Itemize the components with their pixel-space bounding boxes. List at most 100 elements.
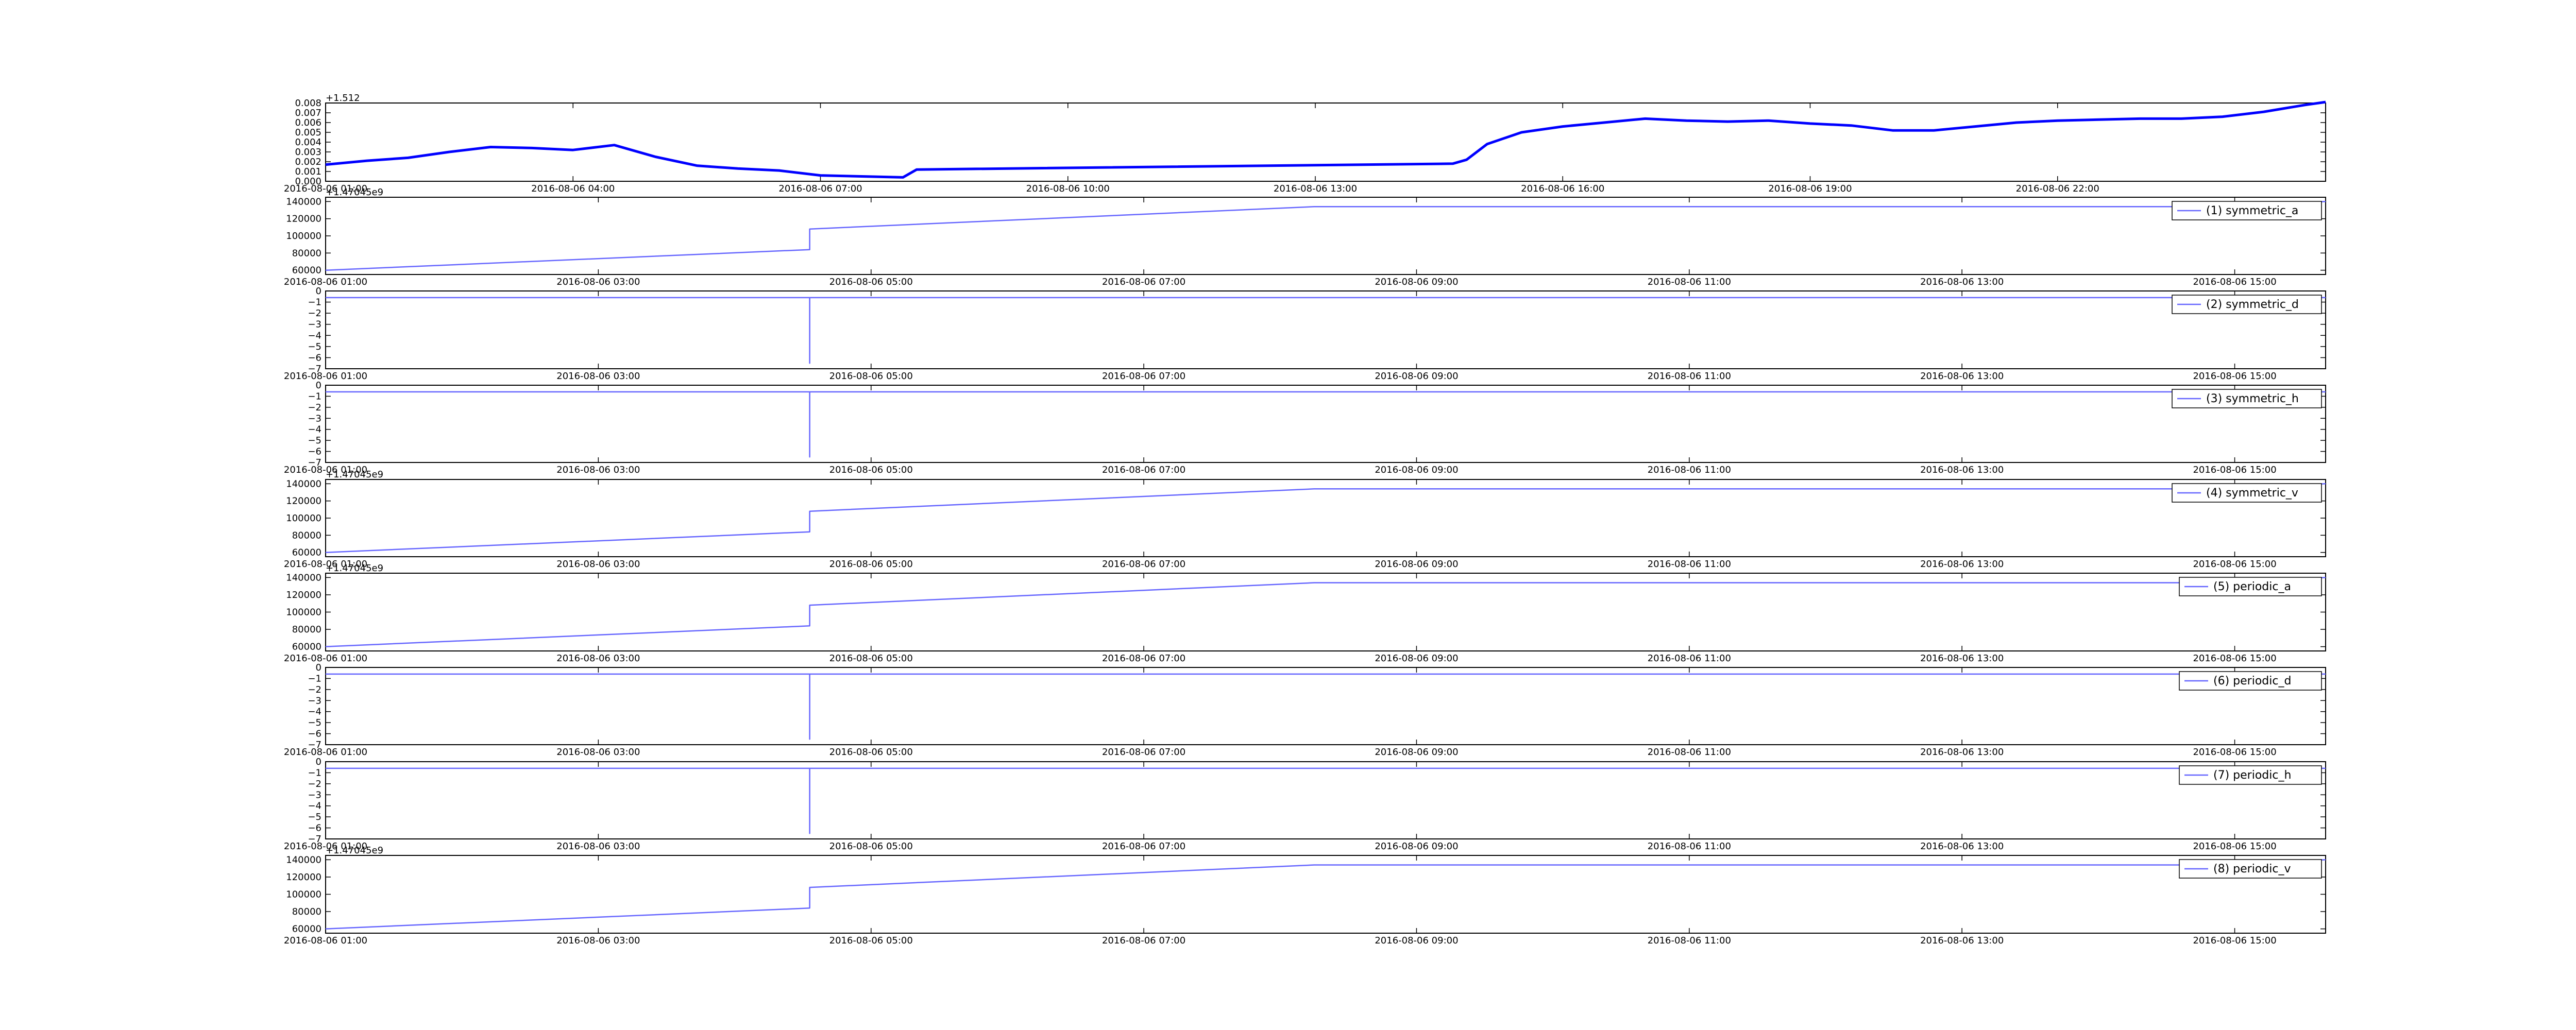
x-tick-label: 2016-08-06 07:00 (1102, 465, 1185, 475)
x-tick-label: 2016-08-06 09:00 (1375, 935, 1458, 946)
y-tick-label: −6 (308, 447, 321, 457)
y-tick-label: −2 (308, 308, 321, 319)
axis-offset-label: +1.47045e9 (326, 469, 383, 480)
x-tick-label: 2016-08-06 07:00 (1102, 747, 1185, 758)
y-tick-label: 0 (316, 380, 321, 391)
x-tick-label: 2016-08-06 03:00 (556, 371, 640, 382)
legend-label: (3) symmetric_h (2206, 392, 2299, 405)
x-tick-label: 2016-08-06 13:00 (1920, 653, 2004, 664)
x-tick-label: 2016-08-06 05:00 (829, 277, 913, 287)
x-tick-label: 2016-08-06 19:00 (1768, 183, 1852, 194)
x-tick-label: 2016-08-06 09:00 (1375, 653, 1458, 664)
subplot-3: 0−1−2−3−4−5−6−72016-08-06 01:00 2016-08-0… (284, 286, 2326, 382)
y-tick-label: 140000 (286, 478, 321, 489)
y-tick-label: 0.008 (295, 98, 321, 109)
y-tick-label: −3 (308, 789, 321, 800)
x-tick-label: 2016-08-06 10:00 (1026, 183, 1110, 194)
legend-label: (1) symmetric_a (2206, 204, 2298, 217)
y-tick-label: 0.003 (295, 147, 321, 158)
x-tick-label: 2016-08-06 07:00 (1102, 559, 1185, 570)
plot-area-frame (325, 855, 2326, 934)
y-tick-label: −5 (308, 717, 321, 728)
legend-label: (6) periodic_d (2213, 675, 2291, 688)
x-tick-label: 2016-08-06 03:00 (556, 747, 640, 758)
axis-offset-label: +1.47045e9 (326, 563, 383, 574)
y-tick-label: 0 (316, 757, 321, 767)
x-tick-label: 2016-08-06 11:00 (1648, 747, 1731, 758)
y-tick-label: −4 (308, 707, 321, 717)
x-tick-label: 2016-08-06 01:00 (284, 371, 367, 382)
y-tick-label: 60000 (292, 265, 321, 276)
y-tick-label: −2 (308, 402, 321, 413)
x-tick-label: 2016-08-06 11:00 (1648, 465, 1731, 475)
y-tick-label: −2 (308, 779, 321, 789)
legend-label: (8) periodic_v (2213, 863, 2291, 876)
y-tick-label: 100000 (286, 231, 321, 242)
x-tick-label: 2016-08-06 05:00 (829, 935, 913, 946)
y-tick-label: −2 (308, 684, 321, 695)
x-tick-label: 2016-08-06 15:00 (2193, 747, 2276, 758)
y-tick-label: 140000 (286, 854, 321, 865)
x-tick-label: 2016-08-06 15:00 (2193, 559, 2276, 570)
y-tick-label: 80000 (292, 530, 321, 541)
x-tick-label: 2016-08-06 09:00 (1375, 841, 1458, 852)
y-tick-label: 120000 (286, 214, 321, 225)
x-tick-label: 2016-08-06 15:00 (2193, 465, 2276, 475)
legend-label: (4) symmetric_v (2206, 487, 2298, 500)
plot-area-frame (325, 102, 2326, 182)
y-tick-label: 0.004 (295, 137, 321, 148)
subplot-2: 60000 80000 100000 120000 140000 2016-08-06 0… (284, 187, 2326, 287)
x-tick-label: 2016-08-06 07:00 (1102, 653, 1185, 664)
y-tick-label: 0.001 (295, 166, 321, 177)
x-tick-label: 2016-08-06 22:00 (2016, 183, 2099, 194)
plot-area-frame (325, 197, 2326, 275)
x-tick-label: 2016-08-06 03:00 (556, 841, 640, 852)
subplot-8: 0−1−2−3−4−5−6−72016-08-06 01:00 2016-08-0… (284, 757, 2326, 852)
x-tick-label: 2016-08-06 11:00 (1648, 841, 1731, 852)
y-tick-label: 0.002 (295, 157, 321, 167)
y-tick-label: 120000 (286, 872, 321, 883)
x-tick-label: 2016-08-06 11:00 (1648, 653, 1731, 664)
subplot-6: 60000 80000 100000 120000 140000 2016-08-06 0… (284, 563, 2326, 664)
x-tick-label: 2016-08-06 05:00 (829, 465, 913, 475)
x-tick-label: 2016-08-06 07:00 (778, 183, 862, 194)
legend-label: (7) periodic_h (2213, 769, 2291, 782)
y-tick-label: −1 (308, 297, 321, 308)
y-tick-label: −4 (308, 801, 321, 812)
y-tick-label: 140000 (286, 196, 321, 207)
y-tick-label: 0 (316, 662, 321, 673)
x-tick-label: 2016-08-06 09:00 (1375, 747, 1458, 758)
x-tick-label: 2016-08-06 16:00 (1521, 183, 1604, 194)
y-tick-label: −3 (308, 319, 321, 330)
x-tick-label: 2016-08-06 13:00 (1920, 465, 2004, 475)
subplot-4: 0−1−2−3−4−5−6−72016-08-06 01:00 2016-08-0… (284, 380, 2326, 475)
x-tick-label: 2016-08-06 13:00 (1920, 559, 2004, 570)
y-tick-label: −1 (308, 767, 321, 778)
y-tick-label: −3 (308, 413, 321, 424)
legend-label: (2) symmetric_d (2206, 298, 2299, 311)
x-tick-label: 2016-08-06 07:00 (1102, 277, 1185, 287)
x-tick-label: 2016-08-06 07:00 (1102, 371, 1185, 382)
y-tick-label: −5 (308, 812, 321, 822)
x-tick-label: 2016-08-06 15:00 (2193, 277, 2276, 287)
x-tick-label: 2016-08-06 04:00 (531, 183, 615, 194)
x-tick-label: 2016-08-06 15:00 (2193, 371, 2276, 382)
x-tick-label: 2016-08-06 07:00 (1102, 935, 1185, 946)
plot-area-frame (325, 290, 2326, 369)
x-tick-label: 2016-08-06 15:00 (2193, 935, 2276, 946)
x-tick-label: 2016-08-06 05:00 (829, 747, 913, 758)
y-tick-label: −6 (308, 823, 321, 834)
y-tick-label: −1 (308, 391, 321, 402)
x-tick-label: 2016-08-06 05:00 (829, 371, 913, 382)
y-tick-label: 60000 (292, 924, 321, 935)
plot-area-frame (325, 573, 2326, 651)
x-tick-label: 2016-08-06 11:00 (1648, 371, 1731, 382)
x-tick-label: 2016-08-06 11:00 (1648, 277, 1731, 287)
y-tick-label: 0.007 (295, 108, 321, 118)
subplot-5: 60000 80000 100000 120000 140000 2016-08-06 0… (284, 469, 2326, 570)
x-tick-label: 2016-08-06 11:00 (1648, 935, 1731, 946)
x-tick-label: 2016-08-06 13:00 (1920, 841, 2004, 852)
x-tick-label: 2016-08-06 13:00 (1920, 935, 2004, 946)
y-tick-label: 60000 (292, 547, 321, 558)
plot-area-frame (325, 385, 2326, 463)
